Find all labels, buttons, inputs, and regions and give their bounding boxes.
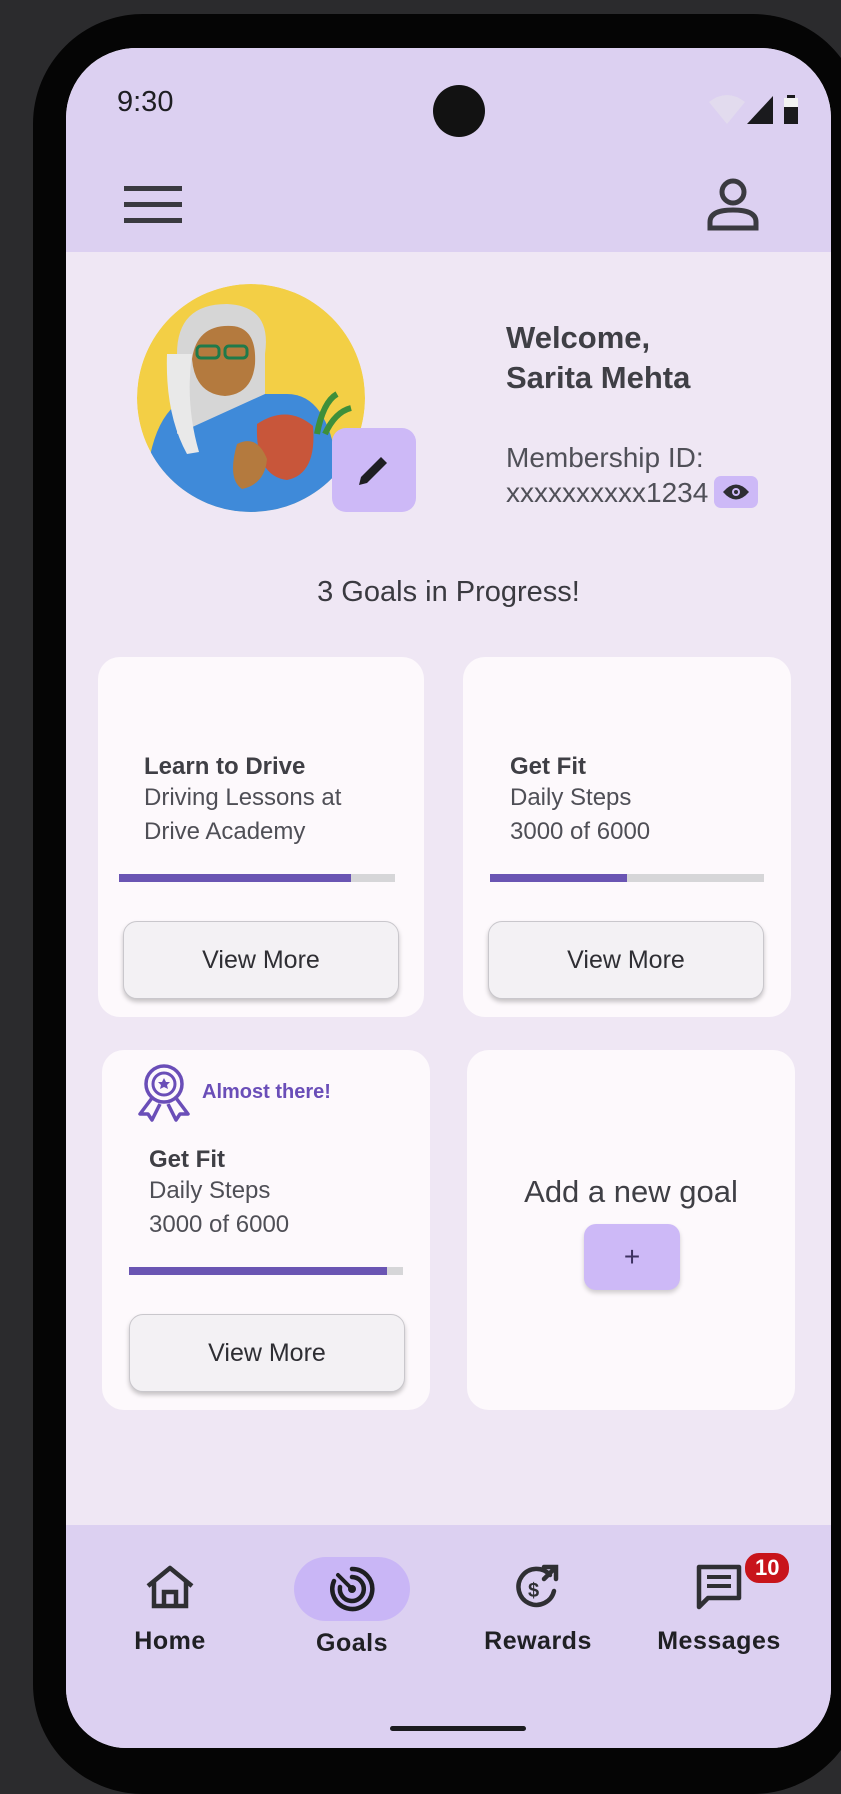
home-icon xyxy=(80,1555,260,1619)
battery-icon xyxy=(784,95,798,124)
message-count-badge: 10 xyxy=(743,1551,792,1585)
membership-id: xxxxxxxxxx1234 xyxy=(506,477,709,508)
profile-avatar xyxy=(137,284,365,512)
user-name: Sarita Mehta xyxy=(506,360,691,395)
almost-there-badge: Almost there! xyxy=(202,1081,331,1103)
edit-avatar-button[interactable] xyxy=(332,428,416,512)
goal-description: Daily Steps xyxy=(149,1177,271,1204)
goal-card-get-fit-almost: Almost there! Get Fit Daily Steps 3000 o… xyxy=(102,1050,430,1410)
goal-steps: 3000 of 6000 xyxy=(149,1211,290,1238)
add-goal-card: Add a new goal + xyxy=(467,1050,795,1410)
goal-progress-fill xyxy=(129,1267,387,1275)
nav-item-home[interactable]: Home xyxy=(80,1555,260,1656)
nav-label: Rewards xyxy=(484,1627,592,1655)
svg-text:$: $ xyxy=(528,1580,539,1602)
goal-progress-bar xyxy=(119,874,395,882)
welcome-text: Welcome, Sarita Mehta xyxy=(506,318,690,398)
target-icon xyxy=(330,1566,375,1612)
goal-description: Daily Steps xyxy=(510,784,632,811)
nav-label: Home xyxy=(134,1627,206,1655)
nav-label: Messages xyxy=(657,1627,781,1655)
goal-card-learn-to-drive: Learn to Drive Driving Lessons at Drive … xyxy=(98,657,424,1017)
status-icons xyxy=(707,92,807,133)
view-more-button[interactable]: View More xyxy=(123,921,399,999)
membership-label: Membership ID: xyxy=(506,442,704,473)
add-goal-title: Add a new goal xyxy=(524,1174,738,1209)
show-id-button[interactable] xyxy=(714,475,759,508)
nav-item-messages[interactable]: 10 Messages xyxy=(629,1551,809,1656)
goal-title: Learn to Drive xyxy=(144,753,306,780)
goal-description: Drive Academy xyxy=(144,818,306,845)
bottom-navigation: Home Goals $ Rewards 10 Messages xyxy=(66,1525,831,1748)
add-goal-button[interactable]: + xyxy=(584,1224,680,1290)
view-more-button[interactable]: View More xyxy=(488,921,764,999)
goals-active-indicator xyxy=(294,1557,410,1621)
gesture-home-indicator[interactable] xyxy=(390,1726,526,1731)
account-icon[interactable] xyxy=(705,176,761,232)
goal-progress-fill xyxy=(490,874,627,882)
view-more-button[interactable]: View More xyxy=(129,1314,405,1392)
top-app-bar: 9:30 xyxy=(66,48,831,252)
app-screen: 9:30 Welcome, Sarita Mehta Membership ID… xyxy=(66,48,831,1748)
goal-description: Driving Lessons at xyxy=(144,784,342,811)
nav-label: Goals xyxy=(316,1629,388,1657)
eye-icon xyxy=(723,484,750,500)
welcome-greeting: Welcome, xyxy=(506,320,651,355)
goal-title: Get Fit xyxy=(510,753,586,780)
pencil-icon xyxy=(359,454,390,485)
membership-info: Membership ID: xxxxxxxxxx1234 xyxy=(506,440,759,511)
nav-item-goals[interactable]: Goals xyxy=(262,1557,442,1658)
wifi-icon xyxy=(709,95,745,124)
camera-cutout xyxy=(433,85,485,137)
goal-steps: 3000 of 6000 xyxy=(510,818,651,845)
goal-progress-fill xyxy=(119,874,351,882)
goal-title: Get Fit xyxy=(149,1146,225,1173)
award-icon xyxy=(136,1062,196,1127)
goal-progress-bar xyxy=(490,874,764,882)
goal-card-get-fit: Get Fit Daily Steps 3000 of 6000 View Mo… xyxy=(463,657,791,1017)
goal-progress-bar xyxy=(129,1267,403,1275)
goals-summary: 3 Goals in Progress! xyxy=(317,576,580,608)
signal-icon xyxy=(747,96,773,124)
menu-icon[interactable] xyxy=(124,184,184,226)
nav-item-rewards[interactable]: $ Rewards xyxy=(448,1555,628,1656)
status-time: 9:30 xyxy=(117,86,174,118)
rewards-icon: $ xyxy=(448,1555,628,1619)
